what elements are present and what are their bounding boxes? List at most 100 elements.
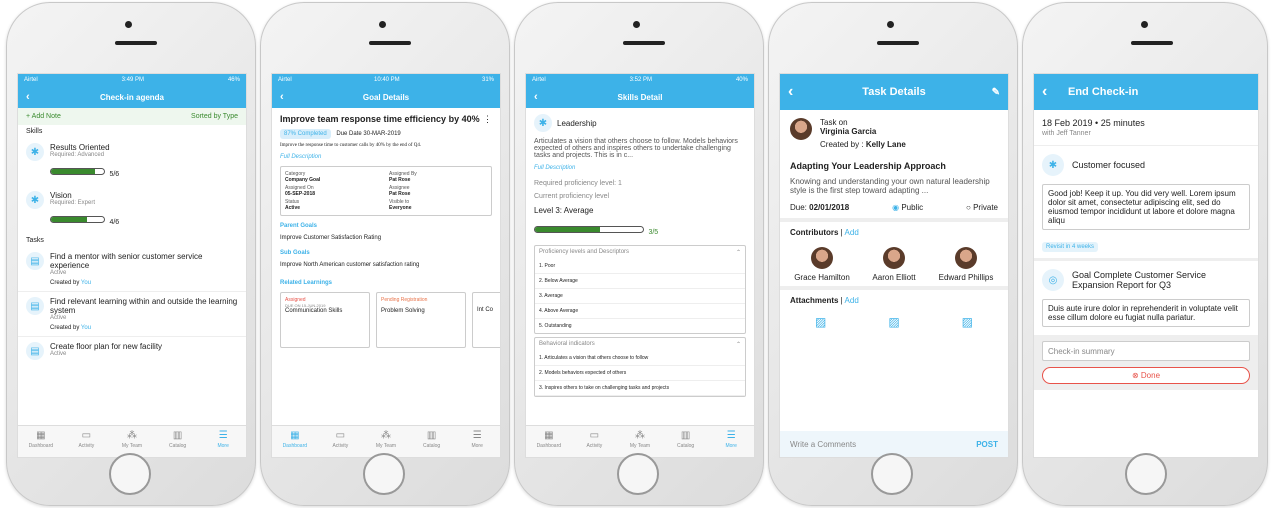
post-button[interactable]: POST (976, 440, 998, 449)
page-title: Task Details (862, 86, 926, 98)
pending-badge: Pending Registration (381, 297, 428, 303)
speaker (877, 41, 919, 45)
tab-dashboard[interactable]: ▦ Dashboard (18, 426, 64, 457)
catalog-icon: ▥ (172, 430, 183, 441)
task-on-label: Task on (820, 118, 848, 127)
task-heading: Adapting Your Leadership Approach (790, 161, 946, 171)
checkin-summary-input[interactable]: Check-in summary (1042, 341, 1250, 361)
tab-catalog[interactable]: ▥ Catalog (663, 426, 709, 457)
screen-goal-details: Airtel 10:40 PM 31% ‹ Goal Details Improve … (271, 73, 501, 458)
proficiency-heading: Proficiency levels and Descriptors (539, 249, 630, 255)
proficiency-panel: Proficiency levels and Descriptors ⌃ 1. P… (534, 245, 746, 334)
more-options-icon[interactable]: ⋮ (483, 114, 492, 125)
contributor[interactable]: Grace Hamilton (792, 247, 852, 282)
public-radio[interactable]: ◉ Public (892, 203, 923, 212)
chevron-up-icon[interactable]: ⌃ (736, 341, 741, 348)
sub-goal[interactable]: Improve North American customer satisfac… (272, 259, 500, 271)
skill-required: Required: Expert (50, 200, 96, 206)
behavior-item: 1. Articulates a vision that others choo… (535, 351, 745, 366)
back-icon[interactable]: ‹ (280, 91, 284, 103)
tab-catalog[interactable]: ▥ Catalog (409, 426, 455, 457)
attachments-heading: Attachments (790, 296, 839, 305)
home-button[interactable] (363, 453, 405, 495)
home-button[interactable] (617, 453, 659, 495)
tab-more[interactable]: ☰ More (708, 426, 754, 457)
tab-activity[interactable]: ▭ Activity (318, 426, 364, 457)
tab-activity[interactable]: ▭ Activity (64, 426, 110, 457)
menu-icon: ☰ (726, 430, 736, 441)
full-description-link[interactable]: Full Description (526, 162, 754, 174)
learning-card[interactable]: Assigned DUE ON 15-JUN-2019 Communication … (280, 292, 370, 348)
skill-score: 5/6 (109, 171, 120, 178)
add-contributor-link[interactable]: Add (845, 228, 859, 237)
created-by-user: You (80, 280, 92, 286)
dashboard-icon: ▦ (290, 430, 300, 441)
tab-catalog[interactable]: ▥ Catalog (155, 426, 201, 457)
back-icon[interactable]: ‹ (26, 91, 30, 103)
private-radio[interactable]: ○ Private (966, 203, 998, 212)
skill-icon: ✱ (26, 143, 44, 161)
behavioral-heading: Behavioral indicators (539, 341, 595, 347)
avatar (790, 118, 812, 140)
skill-item[interactable]: ✱ Results Oriented Required: Advanced 5/6 (18, 138, 246, 186)
sort-button[interactable]: Sorted by Type (191, 113, 238, 120)
chevron-up-icon[interactable]: ⌃ (736, 249, 741, 256)
image-icon[interactable]: ▨ (815, 315, 826, 329)
avatar (811, 247, 833, 269)
tab-dashboard[interactable]: ▦ Dashboard (272, 426, 318, 457)
camera (633, 21, 640, 28)
contributor[interactable]: Aaron Elliott (864, 247, 924, 282)
home-button[interactable] (871, 453, 913, 495)
learning-card[interactable]: Int Co (472, 292, 500, 348)
home-button[interactable] (1125, 453, 1167, 495)
back-icon[interactable]: ‹ (534, 91, 538, 103)
completion-badge: 87% Completed (280, 129, 331, 139)
clipboard-icon: ▤ (26, 252, 44, 270)
add-attachment-link[interactable]: Add (845, 296, 859, 305)
task-item[interactable]: ▤ Find a mentor with senior customer serv… (18, 247, 246, 292)
skill-note[interactable]: Good job! Keep it up. You did very well.… (1042, 184, 1250, 230)
carrier: Airtel (532, 77, 546, 83)
learning-card[interactable]: Pending Registration Problem Solving (376, 292, 466, 348)
carrier: Airtel (24, 77, 38, 83)
created-by-user: You (80, 325, 92, 331)
screen-end-checkin: ‹ End Check-in 18 Feb 2019 • 25 minutes w… (1033, 73, 1259, 458)
parent-goals-heading: Parent Goals (280, 223, 318, 229)
related-learnings-heading: Related Learnings (280, 280, 333, 286)
task-item[interactable]: ▤ Create floor plan for new facility Activ… (18, 337, 246, 365)
contributors-heading: Contributors (790, 228, 839, 237)
dashboard-icon: ▦ (544, 430, 554, 441)
nav-bar: ‹ Task Details ✎ (780, 74, 1008, 110)
edit-icon[interactable]: ✎ (992, 87, 1000, 98)
clock: 3:49 PM (121, 77, 144, 83)
required-level: Required proficiency level: 1 (534, 180, 622, 187)
back-icon[interactable]: ‹ (1042, 83, 1047, 101)
behavior-item: 3. Inspires others to take on challengin… (535, 381, 745, 396)
goal-note[interactable]: Duis aute irure dolor in reprehenderit i… (1042, 299, 1250, 327)
contributor[interactable]: Edward Phillips (936, 247, 996, 282)
close-icon: ⊗ (1131, 371, 1139, 380)
add-note-button[interactable]: + Add Note (26, 113, 61, 120)
done-button[interactable]: ⊗ Done (1042, 367, 1250, 384)
tasks-heading: Tasks (26, 237, 44, 244)
tab-more[interactable]: ☰ More (200, 426, 246, 457)
home-button[interactable] (109, 453, 151, 495)
image-icon[interactable]: ▨ (962, 315, 973, 329)
back-icon[interactable]: ‹ (788, 83, 793, 101)
skill-score: 3/5 (648, 229, 659, 236)
activity-icon: ▭ (81, 430, 92, 441)
skill-item[interactable]: ✱ Vision Required: Expert 4/6 (18, 186, 246, 234)
goal-title: Improve team response time efficiency by… (280, 114, 480, 124)
image-icon[interactable]: ▨ (888, 315, 899, 329)
phone-5: ‹ End Check-in 18 Feb 2019 • 25 minutes w… (1022, 2, 1268, 506)
current-level-label: Current proficiency level (534, 193, 610, 200)
full-description-link[interactable]: Full Description (272, 151, 500, 163)
tab-activity[interactable]: ▭ Activity (572, 426, 618, 457)
tab-dashboard[interactable]: ▦ Dashboard (526, 426, 572, 457)
battery: 46% (227, 77, 240, 83)
parent-goal[interactable]: Improve Customer Satisfaction Rating (272, 232, 500, 244)
tab-more[interactable]: ☰ More (454, 426, 500, 457)
task-name: Find a mentor with senior customer servi… (50, 252, 203, 270)
task-item[interactable]: ▤ Find relevant learning within and outsi… (18, 292, 246, 337)
comment-input[interactable]: Write a Comments (790, 440, 856, 449)
